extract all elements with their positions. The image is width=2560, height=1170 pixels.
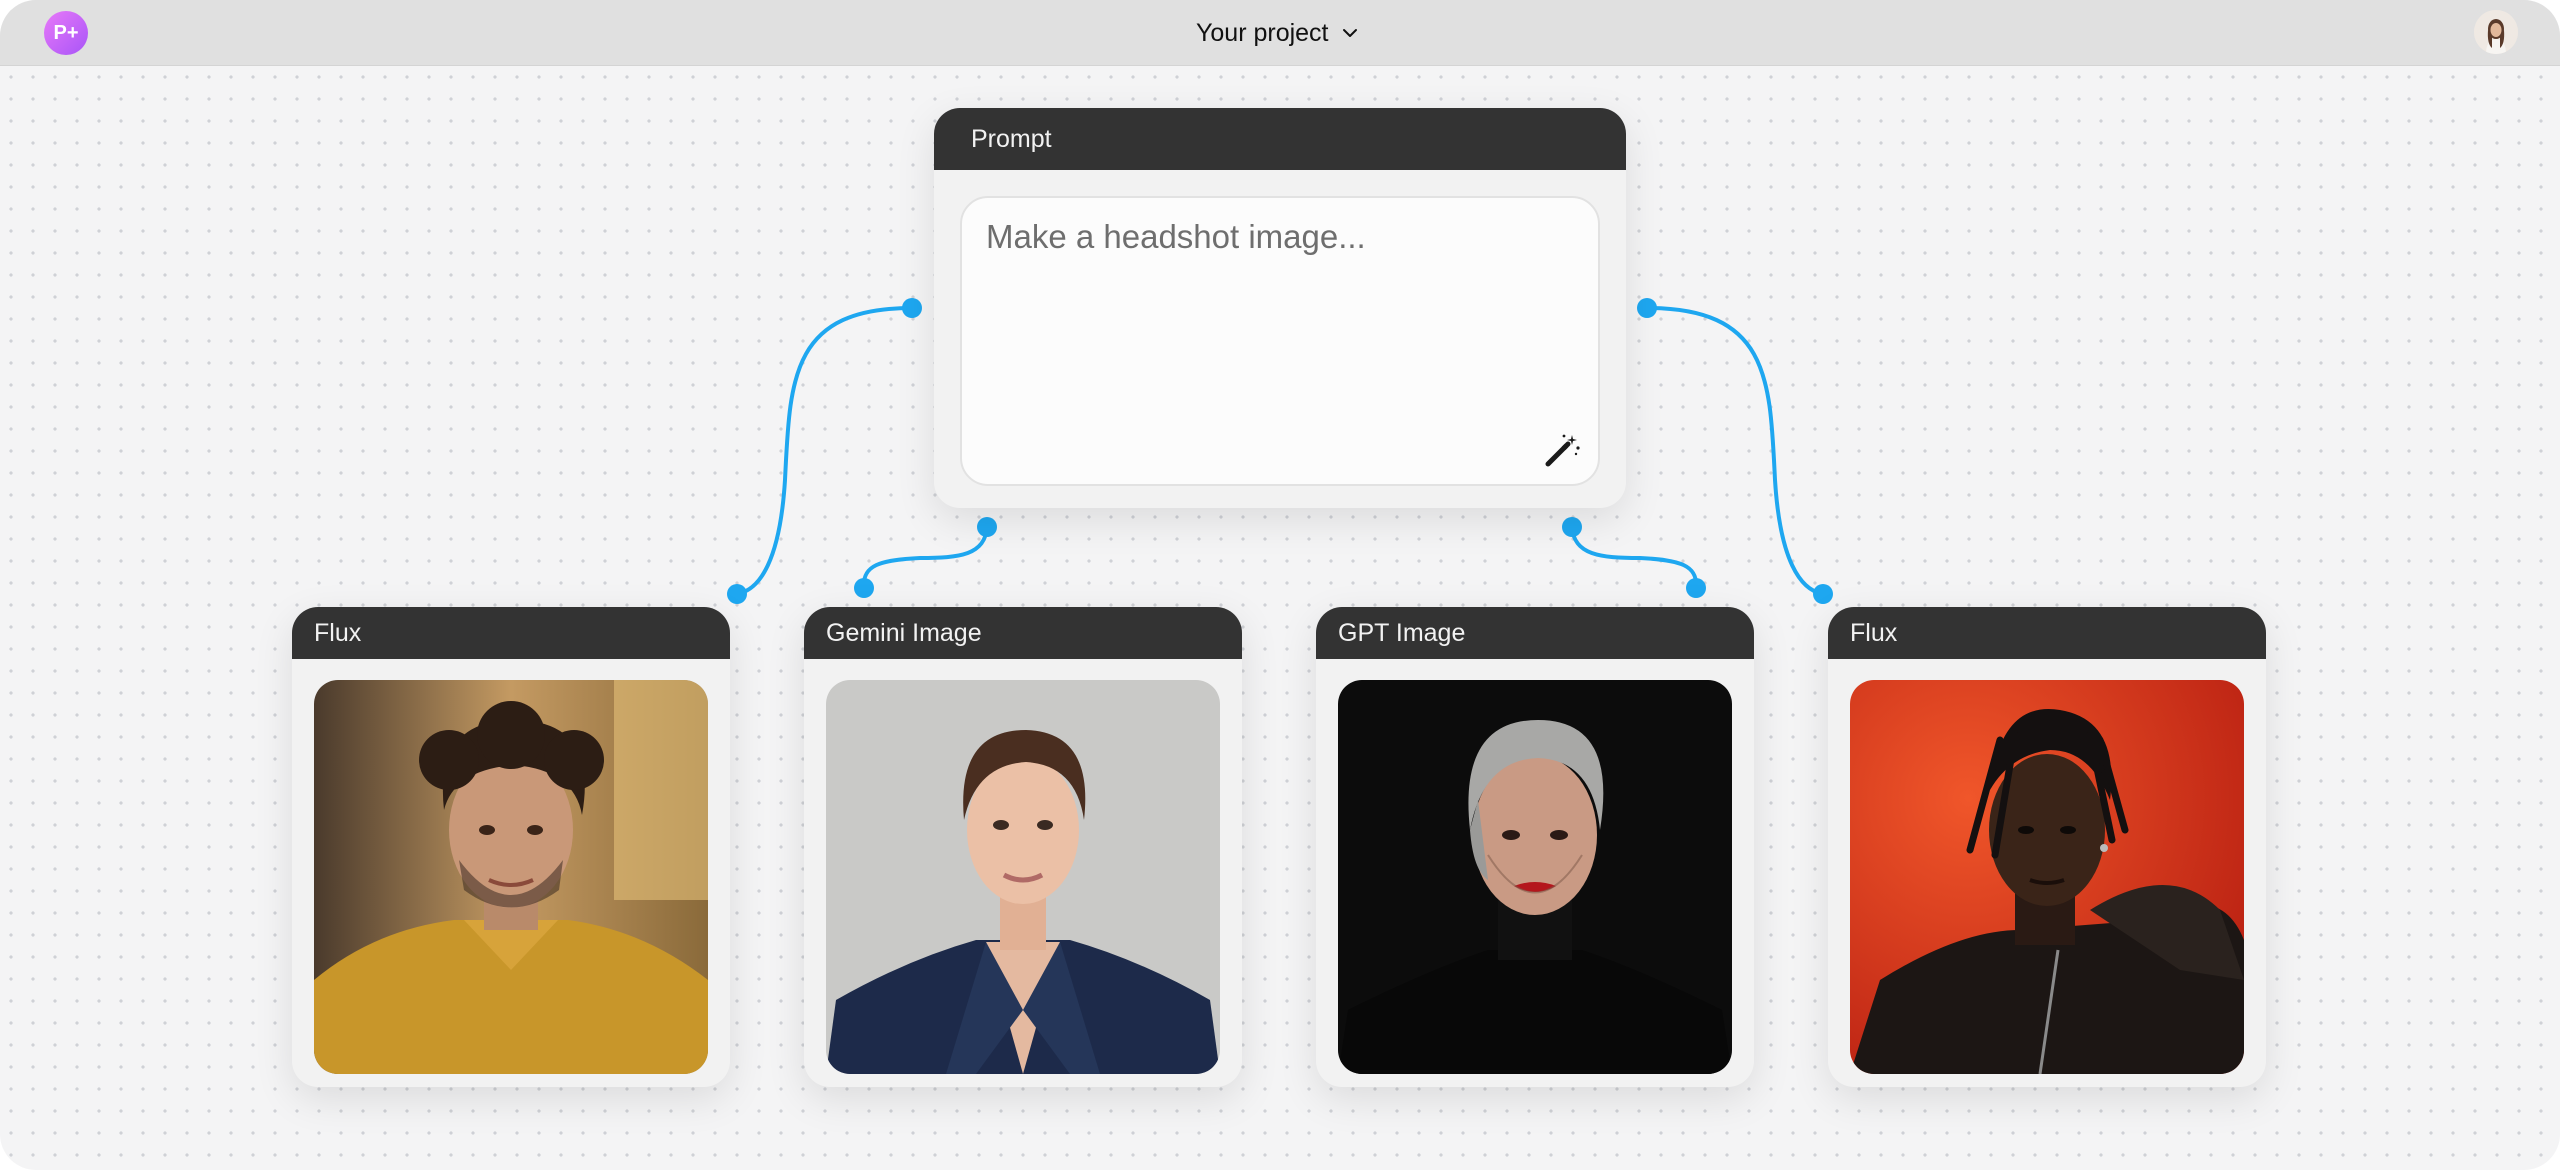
prompt-node-header[interactable]: Prompt — [934, 108, 1626, 170]
prompt-placeholder: Make a headshot image... — [986, 218, 1366, 255]
generated-image[interactable] — [1850, 680, 2244, 1074]
prompt-output-handle-right — [1637, 298, 1657, 318]
generated-image[interactable] — [1338, 680, 1732, 1074]
prompt-node[interactable]: Prompt Make a headshot image... — [934, 108, 1626, 508]
image-node-title: Flux — [314, 618, 362, 647]
prompt-node-title: Prompt — [971, 124, 1052, 153]
project-selector[interactable]: Your project — [1196, 16, 1359, 50]
image-node-title: Flux — [1850, 618, 1898, 647]
flux-2-input-handle — [1813, 584, 1833, 604]
chevron-down-icon — [1342, 29, 1357, 37]
image-node-gpt[interactable]: GPT Image — [1316, 607, 1754, 1087]
generated-image[interactable] — [314, 680, 708, 1074]
prompt-output-handle-left — [902, 298, 922, 318]
project-title: Your project — [1196, 18, 1329, 47]
gemini-input-handle — [854, 578, 874, 598]
image-node-header[interactable]: Flux — [1828, 607, 2266, 659]
image-node-flux-1[interactable]: Flux — [292, 607, 730, 1087]
prompt-input[interactable]: Make a headshot image... — [960, 196, 1600, 486]
prompt-output-handle-bottom-left — [977, 517, 997, 537]
image-node-title: GPT Image — [1338, 618, 1466, 647]
image-node-header[interactable]: GPT Image — [1316, 607, 1754, 659]
image-node-header[interactable]: Flux — [292, 607, 730, 659]
image-node-title: Gemini Image — [826, 618, 982, 647]
top-bar: P+ Your project — [0, 0, 2560, 66]
prompt-output-handle-bottom-right — [1562, 517, 1582, 537]
user-avatar[interactable] — [2474, 10, 2518, 54]
image-node-header[interactable]: Gemini Image — [804, 607, 1242, 659]
image-node-gemini[interactable]: Gemini Image — [804, 607, 1242, 1087]
app-logo[interactable]: P+ — [44, 11, 88, 55]
gpt-input-handle — [1686, 578, 1706, 598]
generated-image[interactable] — [826, 680, 1220, 1074]
flux-1-input-handle — [727, 584, 747, 604]
magic-wand-icon[interactable] — [1542, 430, 1582, 470]
image-node-flux-2[interactable]: Flux — [1828, 607, 2266, 1087]
workflow-canvas[interactable]: P+ Your project Prompt Make a headshot i… — [0, 0, 2560, 1170]
